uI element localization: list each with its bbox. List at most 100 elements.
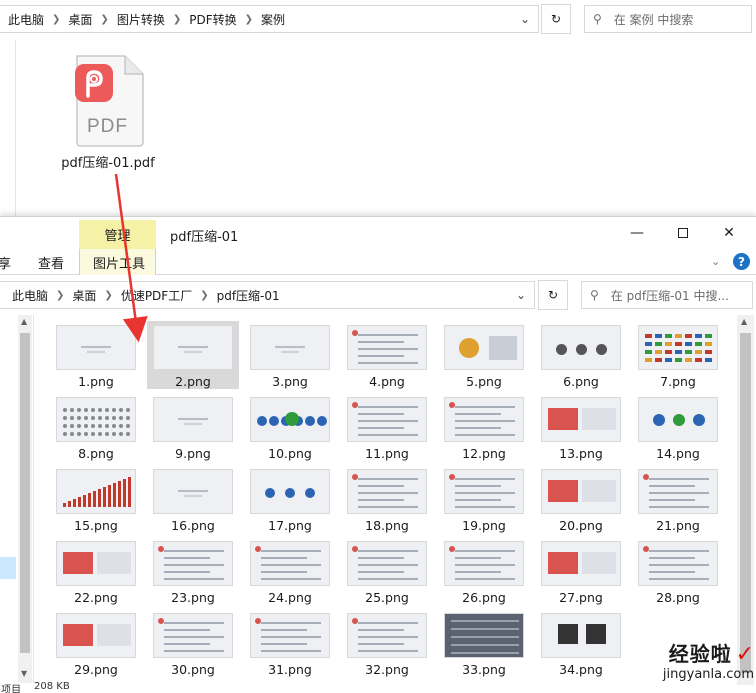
thumbnail-shape [70,408,74,412]
thumbnail-shape [643,474,649,480]
file-tile[interactable]: 32.png [341,609,433,677]
file-tile[interactable]: 19.png [438,465,530,533]
thumbnail-shape [63,416,67,420]
help-icon[interactable]: ? [733,253,750,270]
tab-share[interactable]: 享 [0,253,11,272]
thumbnail-shape [449,546,455,552]
chevron-right-icon[interactable]: ❯ [167,14,187,25]
file-tile[interactable]: 3.png [244,321,336,389]
chevron-right-icon[interactable]: ❯ [46,14,66,25]
scrollbar-thumb[interactable] [740,333,751,673]
address-bar[interactable]: 此电脑 ❯ 桌面 ❯ 图片转换 ❯ PDF转换 ❯ 案例 ⌄ [0,5,539,33]
file-tile[interactable]: 20.png [535,465,627,533]
address-bar[interactable]: 此电脑 ❯ 桌面 ❯ 优速PDF工厂 ❯ pdf压缩-01 ⌄ [0,281,535,309]
file-tile[interactable]: 12.png [438,393,530,461]
file-tile[interactable]: 16.png [147,465,239,533]
file-tile[interactable]: 2.png [147,321,239,389]
scroll-up-icon[interactable]: ▲ [741,317,747,326]
search-input[interactable]: ⚲ 在 pdf压缩-01 中搜... [581,281,753,309]
file-tile[interactable]: 22.png [50,537,142,605]
file-tile[interactable]: 13.png [535,393,627,461]
chevron-right-icon[interactable]: ❯ [194,290,214,301]
thumbnail-shape [261,550,321,552]
content-scrollbar[interactable]: ▲ [737,315,754,685]
thumbnail-shape [455,550,515,552]
chevron-down-icon[interactable]: ⌄ [510,282,532,308]
file-tile[interactable]: 14.png [632,393,724,461]
thumbnail-shape [358,571,404,573]
pdf-file-item[interactable]: PDF pdf压缩-01.pdf [58,52,158,171]
refresh-button[interactable]: ↻ [541,4,571,34]
thumbnail-shape [281,351,299,353]
close-button[interactable]: ✕ [706,217,752,249]
breadcrumb-desktop[interactable]: 桌面 [66,11,94,28]
image-thumbnail [347,613,427,658]
chevron-down-icon[interactable]: ⌄ [514,6,536,32]
thumbnail-shape [358,362,418,364]
thumbnail-shape [98,416,102,420]
thumbnail-shape [675,342,682,346]
thumbnail-shape [358,427,404,429]
thumbnail-shape [164,622,224,624]
file-tile[interactable]: 34.png [535,609,627,677]
tab-picture-tools[interactable]: 图片工具 [93,253,145,272]
file-tile[interactable]: 4.png [341,321,433,389]
file-tile[interactable]: 30.png [147,609,239,677]
thumbnail-shape [451,644,519,646]
file-tile[interactable]: 9.png [147,393,239,461]
file-tile[interactable]: 31.png [244,609,336,677]
scroll-up-icon[interactable]: ▲ [21,317,27,326]
breadcrumb-desktop[interactable]: 桌面 [70,287,98,304]
nav-scrollbar[interactable]: ▲ ▼ [18,315,32,683]
file-tile[interactable]: 26.png [438,537,530,605]
file-tile[interactable]: 8.png [50,393,142,461]
breadcrumb-case[interactable]: 案例 [259,11,287,28]
file-tile[interactable]: 11.png [341,393,433,461]
file-tile[interactable]: 1.png [50,321,142,389]
file-tile[interactable]: 21.png [632,465,724,533]
chevron-right-icon[interactable]: ❯ [239,14,259,25]
refresh-button[interactable]: ↻ [538,280,568,310]
tab-manage[interactable]: 管理 [79,220,156,249]
thumbnail-shape [63,552,93,574]
title-bar[interactable]: 管理 pdf压缩-01 — ✕ [0,217,756,249]
file-tile[interactable]: 29.png [50,609,142,677]
scrollbar-thumb[interactable] [20,333,30,653]
chevron-right-icon[interactable]: ❯ [98,290,118,301]
breadcrumb-pdf-compress[interactable]: pdf压缩-01 [215,287,282,304]
thumbnail-shape [91,416,95,420]
scroll-down-icon[interactable]: ▼ [21,669,27,678]
breadcrumb-pdf-factory[interactable]: 优速PDF工厂 [119,287,194,304]
chevron-right-icon[interactable]: ❯ [94,14,114,25]
breadcrumb-this-pc[interactable]: 此电脑 [10,287,50,304]
nav-selected-item[interactable] [0,557,16,579]
minimize-button[interactable]: — [614,217,660,249]
maximize-button[interactable] [660,217,706,249]
file-tile[interactable]: 17.png [244,465,336,533]
breadcrumb-image-convert[interactable]: 图片转换 [115,11,167,28]
file-tile[interactable]: 5.png [438,321,530,389]
file-tile[interactable]: 24.png [244,537,336,605]
file-tile[interactable]: 7.png [632,321,724,389]
thumbnail-shape [649,557,695,559]
thumbnail-shape [91,408,95,412]
file-tile[interactable]: 6.png [535,321,627,389]
file-tile[interactable]: 33.png [438,609,530,677]
maximize-icon [678,228,688,238]
chevron-down-icon[interactable]: ⌄ [711,255,720,268]
tab-view[interactable]: 查看 [38,253,64,272]
file-tile[interactable]: 23.png [147,537,239,605]
breadcrumb-pdf-convert[interactable]: PDF转换 [187,11,238,28]
file-tile[interactable]: 18.png [341,465,433,533]
chevron-right-icon[interactable]: ❯ [50,290,70,301]
file-tile[interactable]: 15.png [50,465,142,533]
search-input[interactable]: ⚲ 在 案例 中搜索 [584,5,752,33]
file-tile[interactable]: 25.png [341,537,433,605]
thumbnail-shape [685,350,692,354]
breadcrumb-this-pc[interactable]: 此电脑 [6,11,46,28]
file-tile[interactable]: 10.png [244,393,336,461]
file-tile[interactable]: 28.png [632,537,724,605]
thumbnail-shape [285,412,299,426]
thumbnail-shape [576,344,587,355]
file-tile[interactable]: 27.png [535,537,627,605]
